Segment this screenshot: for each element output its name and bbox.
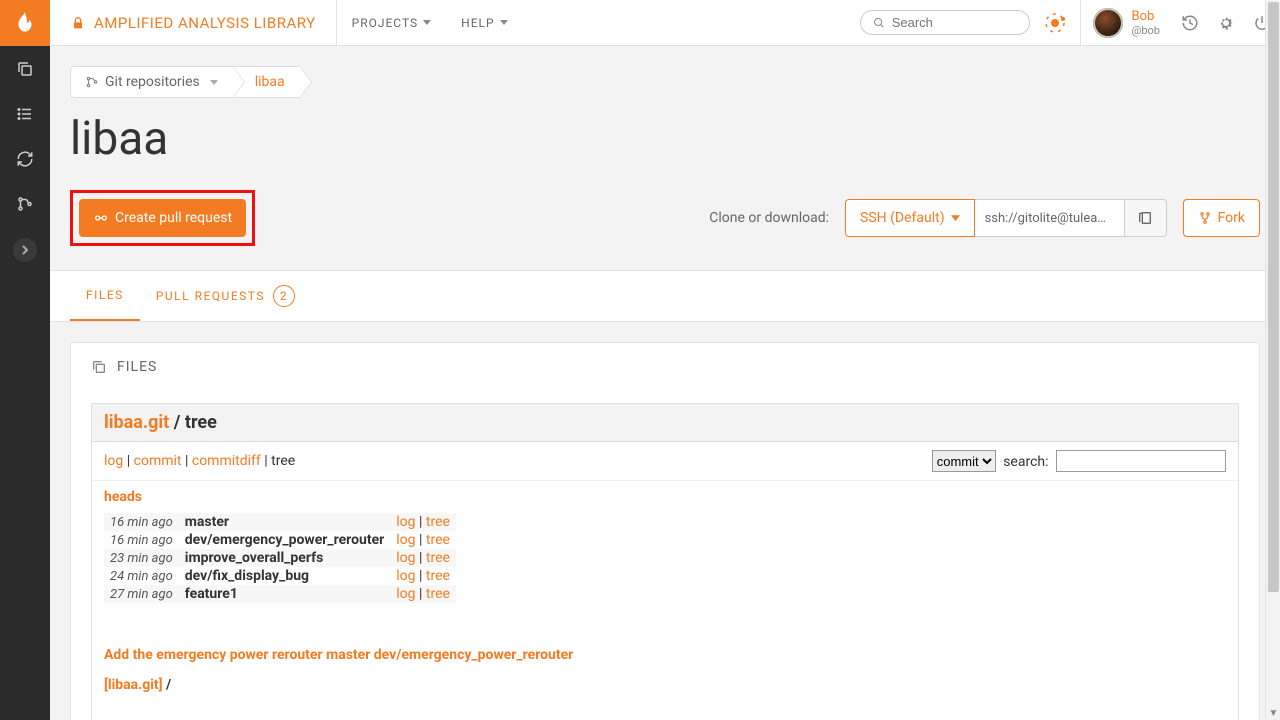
chevron-down-icon <box>500 20 508 25</box>
commit-link[interactable]: commit <box>134 453 182 469</box>
breadcrumb-root[interactable]: Git repositories <box>70 66 233 98</box>
repo-nav-links: log | commit | commitdiff | tree <box>104 453 295 469</box>
scrollbar-thumb[interactable] <box>1268 2 1279 592</box>
scrollbar[interactable]: ▼ <box>1265 0 1280 720</box>
file-row: FV--F--F-- 18 Makefile blob | history | … <box>92 699 1238 720</box>
sidebar-item-git[interactable] <box>0 181 50 226</box>
create-pr-button[interactable]: Create pull request <box>79 199 246 237</box>
search-type-select[interactable]: commit <box>932 450 996 472</box>
chevron-down-icon <box>210 80 218 85</box>
topbar: AMPLIFIED ANALYSIS LIBRARY PROJECTS HELP… <box>50 0 1280 46</box>
heads-table: 16 min agomasterlog | tree 16 min agodev… <box>92 513 1238 619</box>
chevron-down-icon <box>423 20 431 25</box>
search-field[interactable] <box>892 15 1018 30</box>
tree-link[interactable]: tree <box>426 532 450 548</box>
path-repo-link[interactable]: [libaa.git] <box>104 677 163 693</box>
search-icon <box>873 16 885 30</box>
clipboard-icon <box>1137 210 1153 226</box>
log-link[interactable]: log <box>396 532 415 548</box>
table-row: 24 min agodev/fix_display_buglog | tree <box>104 567 456 585</box>
search-input[interactable] <box>860 10 1030 35</box>
log-link[interactable]: log <box>396 568 415 584</box>
files-panel: FILES libaa.git / tree log | commit | co… <box>70 342 1260 720</box>
sidebar <box>0 0 50 720</box>
history-icon <box>1181 14 1199 32</box>
repo-title: libaa.git / tree <box>92 404 1238 442</box>
orbit-icon <box>1043 11 1067 35</box>
list-icon <box>16 105 34 123</box>
sidebar-item-list[interactable] <box>0 91 50 136</box>
search-label: search: <box>1003 454 1048 470</box>
action-row: Create pull request Clone or download: S… <box>70 190 1260 246</box>
settings-button[interactable] <box>1208 14 1244 32</box>
path-line: [libaa.git] / <box>92 671 1238 699</box>
git-icon <box>16 195 34 213</box>
log-link[interactable]: log <box>396 514 415 530</box>
chevron-down-icon <box>951 215 960 221</box>
tree-link[interactable]: tree <box>426 514 450 530</box>
copy-button[interactable] <box>1125 199 1167 237</box>
user-handle: @bob <box>1131 24 1160 37</box>
heads-title: heads <box>92 481 1238 513</box>
tree-link[interactable]: tree <box>426 568 450 584</box>
fork-icon <box>1198 211 1212 225</box>
sidebar-item-docs[interactable] <box>0 46 50 91</box>
repo-box: libaa.git / tree log | commit | commitdi… <box>91 403 1239 720</box>
nav-help[interactable]: HELP <box>446 0 522 46</box>
app-switcher[interactable] <box>1040 8 1070 38</box>
fork-button[interactable]: Fork <box>1183 199 1260 237</box>
clone-url-field[interactable]: ssh://gitolite@tulea… <box>975 199 1125 237</box>
avatar <box>1093 8 1123 38</box>
protocol-dropdown[interactable]: SSH (Default) <box>845 199 975 237</box>
log-link[interactable]: log <box>396 550 415 566</box>
chevron-right-icon <box>20 245 30 255</box>
sidebar-expand[interactable] <box>0 238 50 262</box>
table-row: 16 min agomasterlog | tree <box>104 513 456 531</box>
user-name: Bob <box>1131 9 1160 24</box>
project-name: AMPLIFIED ANALYSIS LIBRARY <box>94 14 316 32</box>
lock-icon <box>70 15 86 31</box>
repo-nav-row: log | commit | commitdiff | tree commit … <box>92 442 1238 481</box>
tabs: FILES PULL REQUESTS 2 <box>50 270 1280 322</box>
history-button[interactable] <box>1172 14 1208 32</box>
repo-search-input[interactable] <box>1056 450 1226 472</box>
page-title: libaa <box>70 112 1260 166</box>
table-row: 16 min agodev/emergency_power_rerouterlo… <box>104 531 456 549</box>
copy-icon <box>91 359 107 375</box>
project-link[interactable]: AMPLIFIED ANALYSIS LIBRARY <box>50 14 336 32</box>
table-row: 27 min agofeature1log | tree <box>104 585 456 603</box>
repo-name-link[interactable]: libaa.git <box>104 412 169 433</box>
app-logo[interactable] <box>0 0 50 46</box>
log-link[interactable]: log <box>396 586 415 602</box>
user-menu[interactable]: Bob @bob <box>1080 0 1172 46</box>
scroll-down-arrow[interactable]: ▼ <box>1266 706 1280 720</box>
flame-icon <box>12 10 38 36</box>
commit-message[interactable]: Add the emergency power rerouter master … <box>92 639 1238 671</box>
highlight-box: Create pull request <box>70 190 255 246</box>
clone-label: Clone or download: <box>709 210 829 226</box>
pr-count-badge: 2 <box>273 285 295 307</box>
main-content: Git repositories libaa libaa Create pull… <box>50 46 1280 720</box>
tree-link[interactable]: tree <box>426 586 450 602</box>
tab-files[interactable]: FILES <box>70 271 140 321</box>
gear-icon <box>1217 14 1235 32</box>
tree-link[interactable]: tree <box>426 550 450 566</box>
tab-pull-requests[interactable]: PULL REQUESTS 2 <box>140 271 311 321</box>
repo-search: commit search: <box>932 450 1226 472</box>
panel-header: FILES <box>71 343 1259 391</box>
link-icon <box>93 210 109 226</box>
git-icon <box>85 75 99 89</box>
tree-current: tree <box>271 453 295 469</box>
table-row: 23 min agoimprove_overall_perfslog | tre… <box>104 549 456 567</box>
sync-icon <box>16 150 34 168</box>
commitdiff-link[interactable]: commitdiff <box>192 453 261 469</box>
breadcrumb: Git repositories libaa <box>70 66 1260 98</box>
sidebar-item-sync[interactable] <box>0 136 50 181</box>
log-link[interactable]: log <box>104 453 123 469</box>
nav-projects[interactable]: PROJECTS <box>337 0 447 46</box>
copy-icon <box>16 60 34 78</box>
clone-group: SSH (Default) ssh://gitolite@tulea… <box>845 199 1167 237</box>
